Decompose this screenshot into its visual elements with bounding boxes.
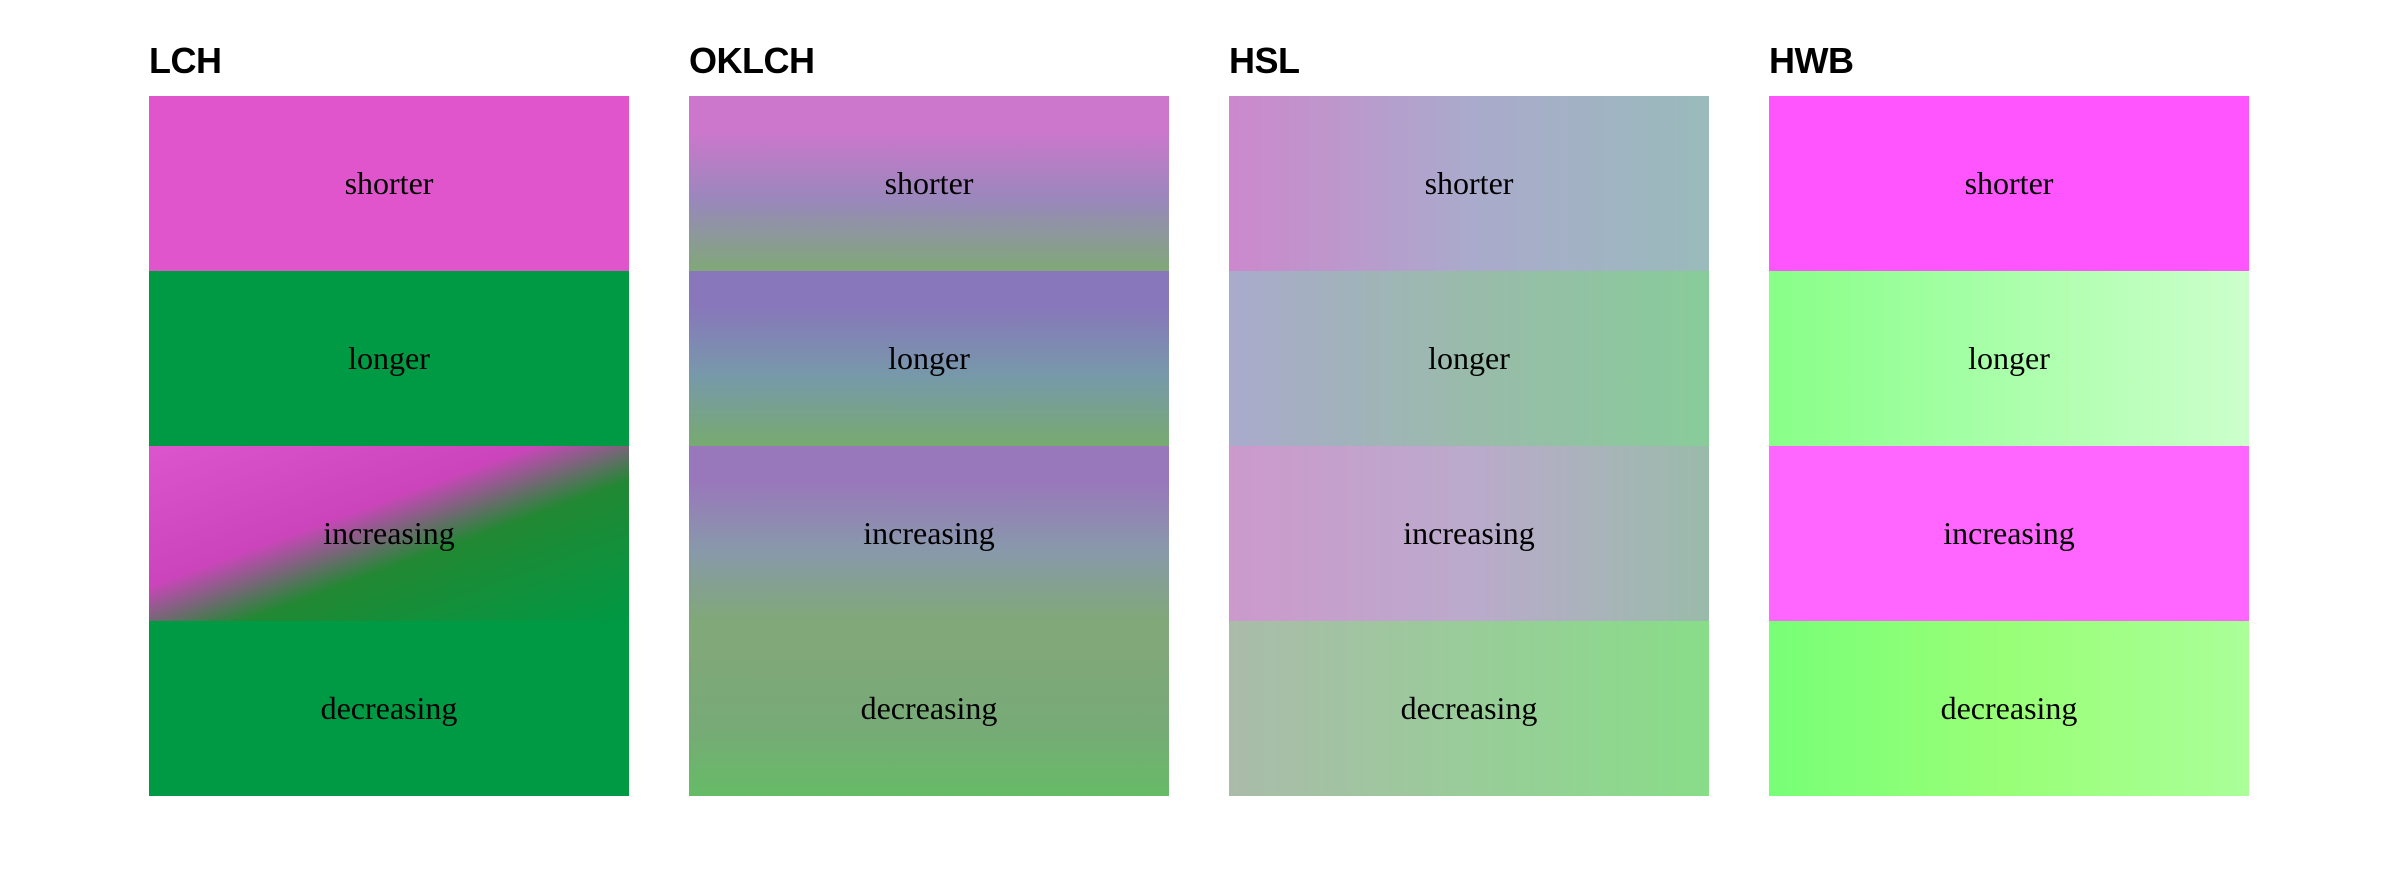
cell-hwb-longer: longer xyxy=(1769,271,2249,446)
cell-lch-shorter: shorter xyxy=(149,96,629,271)
group-hsl: HSL shorter longer increasing decreasing xyxy=(1229,40,1709,796)
label-lch-shorter: shorter xyxy=(345,165,434,202)
stack-hwb: shorter longer increasing decreasing xyxy=(1769,96,2249,796)
cell-hsl-decreasing: decreasing xyxy=(1229,621,1709,796)
cell-hwb-increasing: increasing xyxy=(1769,446,2249,621)
page-container: LCHshorterlongerincreasingdecreasingOKLC… xyxy=(149,40,2249,796)
cell-hsl-longer: longer xyxy=(1229,271,1709,446)
cell-oklch-shorter: shorter xyxy=(689,96,1169,271)
cell-hwb-shorter: shorter xyxy=(1769,96,2249,271)
label-oklch-increasing: increasing xyxy=(863,515,995,552)
cell-hsl-increasing: increasing xyxy=(1229,446,1709,621)
title-hsl: HSL xyxy=(1229,40,1300,82)
title-oklch: OKLCH xyxy=(689,40,815,82)
cell-oklch-increasing: increasing xyxy=(689,446,1169,621)
cell-oklch-decreasing: decreasing xyxy=(689,621,1169,796)
label-hwb-increasing: increasing xyxy=(1943,515,2075,552)
label-lch-longer: longer xyxy=(348,340,430,377)
cell-hsl-shorter: shorter xyxy=(1229,96,1709,271)
cell-hwb-decreasing: decreasing xyxy=(1769,621,2249,796)
label-lch-decreasing: decreasing xyxy=(321,690,458,727)
label-hsl-shorter: shorter xyxy=(1425,165,1514,202)
stack-lch: shorter longer increasing decreasing xyxy=(149,96,629,796)
label-hsl-increasing: increasing xyxy=(1403,515,1535,552)
label-hsl-longer: longer xyxy=(1428,340,1510,377)
group-oklch: OKLCH shorter longer increasing decreasing xyxy=(689,40,1169,796)
label-hwb-decreasing: decreasing xyxy=(1941,690,2078,727)
cell-lch-longer: longer xyxy=(149,271,629,446)
label-hwb-longer: longer xyxy=(1968,340,2050,377)
label-oklch-longer: longer xyxy=(888,340,970,377)
label-oklch-shorter: shorter xyxy=(885,165,974,202)
stack-hsl: shorter longer increasing decreasing xyxy=(1229,96,1709,796)
title-hwb: HWB xyxy=(1769,40,1853,82)
cell-lch-decreasing: decreasing xyxy=(149,621,629,796)
stack-oklch: shorter longer increasing decreasing xyxy=(689,96,1169,796)
title-lch: LCH xyxy=(149,40,222,82)
label-oklch-decreasing: decreasing xyxy=(861,690,998,727)
label-hwb-shorter: shorter xyxy=(1965,165,2054,202)
label-lch-increasing: increasing xyxy=(323,515,455,552)
cell-lch-increasing: increasing xyxy=(149,446,629,621)
group-hwb: HWB shorter longer increasing decreasing xyxy=(1769,40,2249,796)
label-hsl-decreasing: decreasing xyxy=(1401,690,1538,727)
group-lch: LCH shorter longer increasing decreasing xyxy=(149,40,629,796)
cell-oklch-longer: longer xyxy=(689,271,1169,446)
